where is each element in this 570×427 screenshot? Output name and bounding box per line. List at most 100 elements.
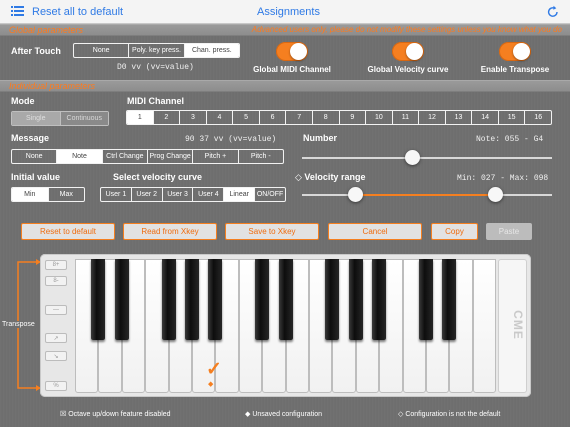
initial-value-selector[interactable]: Min Max: [11, 187, 85, 202]
velocity-curve-option[interactable]: User 3: [163, 188, 194, 201]
brand-logo: CME: [510, 310, 525, 340]
global-velocity-curve-label: Global Velocity curve: [367, 65, 449, 74]
black-key[interactable]: [442, 259, 457, 340]
white-key[interactable]: [472, 259, 497, 393]
midi-channel-option[interactable]: 1: [127, 111, 154, 124]
after-touch-option[interactable]: Poly. key press.: [129, 44, 185, 57]
octave-down-button[interactable]: 8-: [45, 276, 67, 286]
after-touch-option[interactable]: None: [74, 44, 130, 57]
midi-channel-option[interactable]: 2: [154, 111, 181, 124]
global-parameters-header: Global parameters Advanced users only, p…: [0, 24, 570, 36]
midi-channel-option[interactable]: 13: [446, 111, 473, 124]
midi-channel-option[interactable]: 14: [472, 111, 499, 124]
individual-parameters-header: Individual parameters: [0, 80, 570, 92]
velocity-curve-option[interactable]: User 1: [101, 188, 132, 201]
black-key[interactable]: [419, 259, 433, 340]
black-key[interactable]: [278, 259, 293, 340]
velocity-curve-option[interactable]: Linear: [224, 188, 256, 201]
message-label: Message: [11, 133, 50, 143]
global-parameters-label: Global parameters: [9, 25, 84, 35]
mode-selector[interactable]: Single Continuous: [11, 111, 109, 126]
enable-transpose-toggle[interactable]: [499, 42, 531, 61]
number-value: Note: 055 - G4: [476, 135, 544, 144]
legend-unsaved: ◆ Unsaved configuration: [245, 411, 322, 418]
message-option[interactable]: Pitch +: [193, 150, 239, 163]
velocity-min-thumb[interactable]: [348, 187, 364, 202]
mode-option[interactable]: Continuous: [60, 112, 108, 125]
initial-value-option[interactable]: Max: [49, 188, 85, 201]
not-default-diamond-icon: ◇: [295, 172, 305, 182]
mode-option[interactable]: Single: [12, 112, 61, 125]
velocity-curve-selector[interactable]: User 1 User 2 User 3 User 4 Linear ON/OFF: [100, 187, 286, 202]
modulation-button[interactable]: —: [45, 305, 67, 315]
reset-all-button[interactable]: Reset all to default: [32, 6, 123, 18]
velocity-curve-option[interactable]: ON/OFF: [255, 188, 285, 201]
midi-channel-option[interactable]: 5: [233, 111, 260, 124]
message-option[interactable]: Note: [57, 150, 103, 163]
velocity-curve-option[interactable]: User 2: [132, 188, 163, 201]
toggle-knob: [513, 43, 530, 60]
number-slider-thumb[interactable]: [405, 150, 420, 165]
midi-channel-label: MIDI Channel: [127, 96, 185, 106]
black-key[interactable]: [185, 259, 199, 340]
midi-channel-option[interactable]: 10: [366, 111, 393, 124]
after-touch-option[interactable]: Chan. press.: [184, 44, 239, 57]
paste-button[interactable]: Paste: [486, 223, 532, 240]
midi-channel-option[interactable]: 7: [286, 111, 313, 124]
midi-channel-option[interactable]: 16: [525, 111, 551, 124]
midi-channel-option[interactable]: 8: [313, 111, 340, 124]
black-key[interactable]: [325, 259, 340, 340]
black-key[interactable]: [208, 259, 223, 340]
midi-channel-option[interactable]: 12: [419, 111, 446, 124]
copy-button[interactable]: Copy: [431, 223, 478, 240]
menu-icon[interactable]: [11, 5, 24, 20]
read-from-xkey-button[interactable]: Read from Xkey: [123, 223, 217, 240]
after-touch-selector[interactable]: None Poly. key press. Chan. press.: [73, 43, 240, 58]
global-velocity-curve-toggle[interactable]: [392, 42, 424, 61]
black-key[interactable]: [91, 259, 106, 340]
velocity-range-label: Velocity range: [304, 172, 366, 182]
cancel-button[interactable]: Cancel: [328, 223, 422, 240]
midi-channel-option[interactable]: 4: [207, 111, 234, 124]
midi-channel-option[interactable]: 3: [180, 111, 207, 124]
refresh-icon[interactable]: [547, 5, 559, 21]
selected-key-checkmark: ✓: [206, 359, 222, 380]
toggle-knob: [406, 43, 423, 60]
black-key[interactable]: [372, 259, 387, 340]
keyboard-panel: 8+ 8- — ↗ ↘ % ✓ ◆ CME: [40, 254, 531, 397]
velocity-range-track[interactable]: [302, 194, 552, 196]
initial-value-option[interactable]: Min: [12, 188, 49, 201]
transpose-up-button[interactable]: ↗: [45, 333, 67, 343]
black-key[interactable]: [348, 259, 363, 340]
midi-channel-option[interactable]: 15: [499, 111, 526, 124]
legend-not-default: ◇ Configuration is not the default: [398, 411, 501, 418]
save-to-xkey-button[interactable]: Save to Xkey: [225, 223, 319, 240]
global-midi-channel-label: Global MIDI Channel: [253, 65, 331, 74]
velocity-max-thumb[interactable]: [487, 187, 503, 202]
reset-to-default-button[interactable]: Reset to default: [21, 223, 115, 240]
number-label: Number: [303, 133, 338, 143]
brand-panel: CME: [498, 259, 527, 393]
individual-parameters-label: Individual parameters: [9, 81, 96, 91]
octave-up-button[interactable]: 8+: [45, 260, 67, 270]
message-option[interactable]: Prog Change: [148, 150, 194, 163]
black-key[interactable]: [161, 259, 176, 340]
transpose-down-button[interactable]: ↘: [45, 351, 67, 361]
message-option[interactable]: Ctrl Change: [103, 150, 148, 163]
velocity-curve-option[interactable]: User 4: [193, 188, 225, 201]
sustain-button[interactable]: %: [45, 381, 67, 391]
velocity-range-value: Min: 027 - Max: 098: [457, 174, 549, 183]
after-touch-label: After Touch: [11, 46, 61, 56]
midi-channel-option[interactable]: 6: [260, 111, 287, 124]
midi-channel-option[interactable]: 9: [340, 111, 367, 124]
message-option[interactable]: Pitch -: [239, 150, 283, 163]
midi-channel-option[interactable]: 11: [393, 111, 420, 124]
global-midi-channel-toggle[interactable]: [276, 42, 308, 61]
midi-channel-selector[interactable]: 1 2 3 4 5 6 7 8 9 10 11 12 13 14 15 16: [126, 110, 552, 125]
number-slider-track[interactable]: [302, 157, 552, 159]
legend-octave: ☒ Octave up/down feature disabled: [60, 411, 171, 418]
message-selector[interactable]: None Note Ctrl Change Prog Change Pitch + Pit…: [11, 149, 284, 164]
message-option[interactable]: None: [12, 150, 58, 163]
black-key[interactable]: [114, 259, 129, 340]
black-key[interactable]: [255, 259, 270, 340]
